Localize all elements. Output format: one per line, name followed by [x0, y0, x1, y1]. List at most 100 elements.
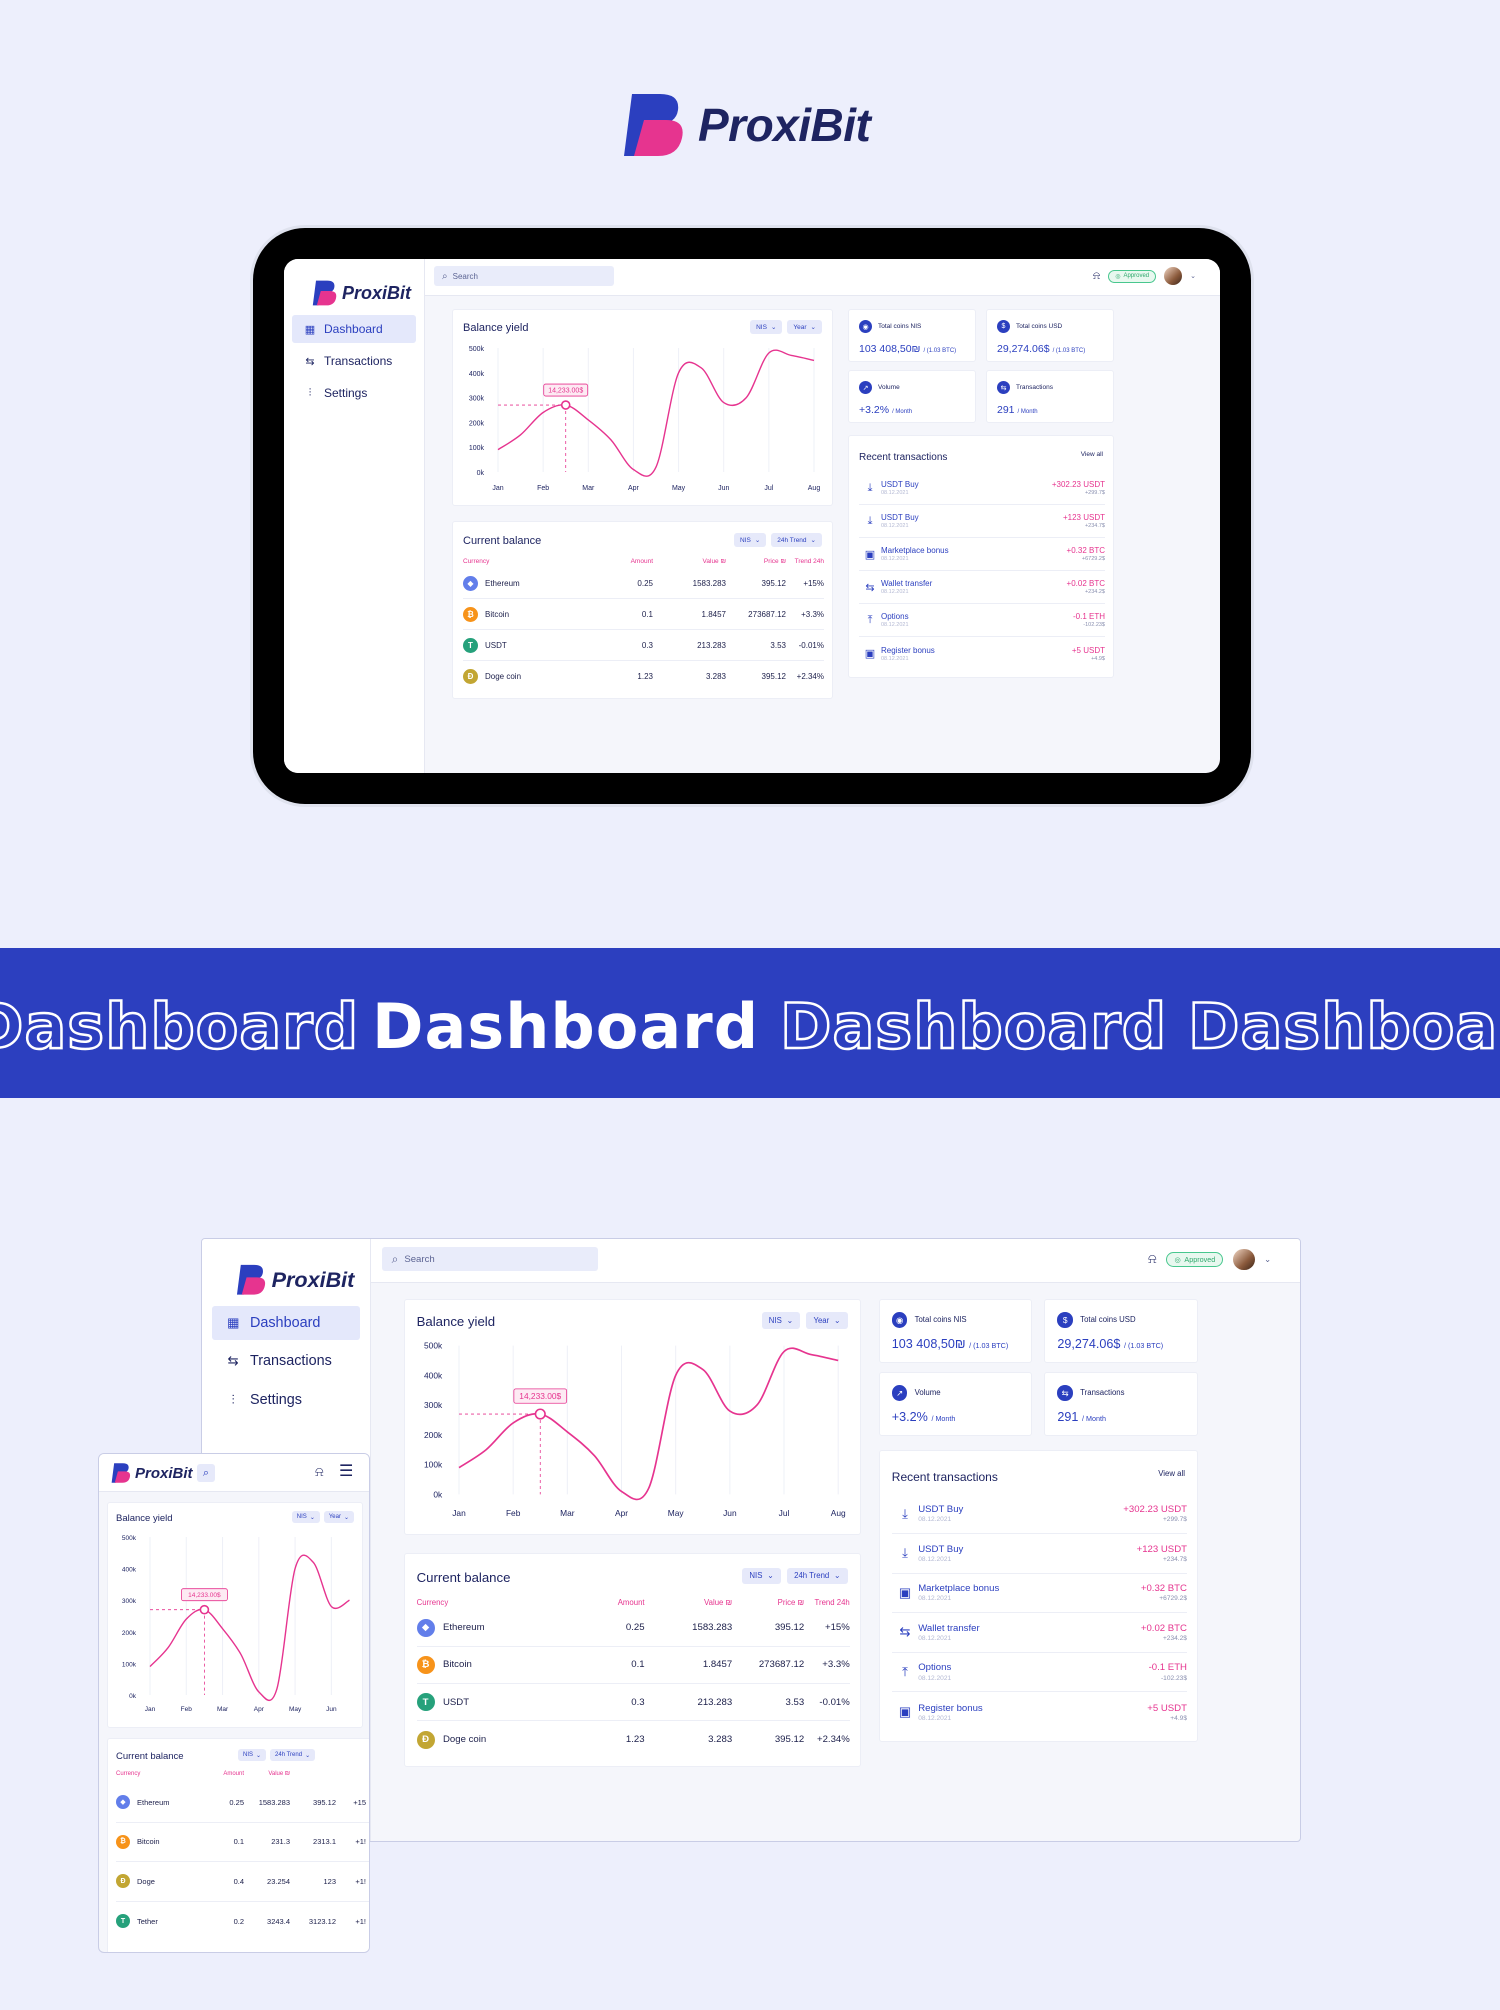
table-row[interactable]: ◆ Ethereum 0.25 1583.283 395.12 +15 — [116, 1783, 369, 1823]
table-row[interactable]: Ð Doge 0.4 23.254 123 +1! — [116, 1862, 369, 1902]
period-select[interactable]: Year ⌄ — [806, 1312, 848, 1329]
transaction-amounts: -0.1 ETH -102.23$ — [1073, 612, 1105, 628]
transaction-name: USDT Buy — [918, 1504, 964, 1516]
list-item[interactable]: ⤓ USDT Buy 08.12.2021 +123 USDT +234.7$ — [859, 505, 1105, 538]
arrows-swap-icon: ⇆ — [227, 1353, 239, 1369]
stat-header: ↗ Volume — [891, 1385, 941, 1401]
table-row[interactable]: T USDT 0.3 213.283 3.53 -0.01% — [416, 1684, 850, 1722]
chevron-down-icon[interactable]: ⌄ — [1190, 272, 1196, 280]
table-row[interactable]: ₿ Bitcoin 0.1 1.8457 273687.12 +3.3% — [416, 1647, 850, 1684]
list-item[interactable]: ⤒ Options 08.12.2021 -0.1 ETH -102.23$ — [891, 1653, 1187, 1693]
search-input[interactable]: ⌕ Search — [381, 1247, 598, 1272]
highlight-point[interactable] — [560, 400, 571, 410]
gift-icon: ▣ — [898, 1584, 912, 1600]
y-tick-label: 0k — [433, 1489, 443, 1499]
list-item[interactable]: ▣ Marketplace bonus 08.12.2021 +0.32 BTC +67… — [859, 538, 1105, 571]
stat-sub: / (1.03 BTC) — [923, 348, 957, 354]
currency-cell: ₿ Bitcoin — [416, 1655, 573, 1674]
currency-select[interactable]: NIS ⌄ — [750, 320, 783, 334]
cell-trend: -0.01% — [798, 640, 824, 650]
period-select[interactable]: Year ⌄ — [787, 320, 822, 334]
transaction-date: 08.12.2021 — [918, 1516, 952, 1524]
list-item[interactable]: ▣ Marketplace bonus 08.12.2021 +0.32 BTC +67… — [891, 1574, 1187, 1614]
highlight-point[interactable] — [534, 1408, 546, 1420]
mobile-balance-yield-card: Balance yield NIS ⌄ Year ⌄ 500k 400k 300k 200k 10… — [107, 1502, 369, 1728]
sidebar-item-dashboard[interactable]: ▦ Dashboard — [211, 1306, 361, 1340]
stat-sub: / (1.03 BTC) — [1052, 348, 1086, 354]
table-row[interactable]: T USDT 0.3 213.283 3.53 -0.01% — [463, 630, 824, 661]
download-icon: ⤓ — [867, 481, 873, 494]
avatar[interactable] — [1232, 1248, 1255, 1271]
search-input[interactable]: ⌕ Search — [434, 266, 614, 286]
currency-select[interactable]: NIS ⌄ — [238, 1749, 267, 1761]
transaction-fiat: +234.2$ — [1162, 1635, 1187, 1643]
view-all-link[interactable]: View all — [1158, 1469, 1185, 1478]
transaction-date: 08.12.2021 — [918, 1674, 952, 1682]
currency-select[interactable]: NIS ⌄ — [291, 1511, 320, 1523]
bell-icon[interactable]: ⍾ — [1148, 1251, 1157, 1267]
table-row[interactable]: ₿ Bitcoin 0.1 1.8457 273687.12 +3.3% — [463, 599, 824, 630]
view-all-link[interactable]: View all — [1081, 451, 1103, 458]
list-item[interactable]: ▣ Register bonus 08.12.2021 +5 USDT +4.9$ — [892, 1692, 1187, 1732]
chevron-down-icon: ⌄ — [834, 1315, 841, 1325]
list-item[interactable]: ⇆ Wallet transfer 08.12.2021 +0.02 BTC +234.… — [859, 571, 1105, 604]
sidebar-item-settings[interactable]: ⫶ Settings — [212, 1383, 361, 1417]
stat-card-transactions: ⇆ Transactions 291/ Month — [986, 370, 1114, 423]
period-select-value: Year — [813, 1315, 830, 1325]
cell-price: 395.12 — [774, 1734, 805, 1746]
upload-icon: ⤒ — [902, 1664, 908, 1680]
period-select[interactable]: Year ⌄ — [323, 1511, 354, 1523]
chevron-down-icon: ⌄ — [786, 1315, 794, 1325]
y-tick-label: 300k — [122, 1598, 137, 1605]
cell-value: 3.283 — [708, 1734, 733, 1746]
banner-word: Dashboard — [372, 990, 760, 1063]
list-item[interactable]: ⤓ USDT Buy 08.12.2021 +123 USDT +234.7$ — [891, 1534, 1187, 1574]
trend-select[interactable]: 24h Trend ⌄ — [771, 533, 822, 547]
sidebar-item-dashboard[interactable]: ▦ Dashboard — [292, 315, 416, 343]
tether-icon: T — [416, 1693, 435, 1712]
currency-cell: ◆ Ethereum — [116, 1795, 200, 1810]
cell-value: 1583.283 — [692, 578, 726, 588]
balance-yield-plot: 500k 400k 300k 200k 100k 0k Jan Feb Mar Apr May Jun… — [405, 1336, 862, 1533]
sidebar-item-transactions[interactable]: ⇆ Transactions — [292, 347, 416, 375]
currency-select[interactable]: NIS ⌄ — [742, 1567, 781, 1585]
check-circle-icon: ◎ — [1115, 273, 1121, 280]
avatar[interactable] — [1164, 267, 1183, 285]
transaction-info: Options 08.12.2021 — [881, 612, 1073, 628]
bell-icon[interactable]: ⍾ — [1093, 270, 1100, 283]
list-item[interactable]: ⤓ USDT Buy 08.12.2021 +302.23 USDT +299.7$ — [859, 472, 1105, 505]
bell-icon[interactable]: ⍾ — [315, 1464, 324, 1480]
table-row[interactable]: ◆ Ethereum 0.25 1583.283 395.12 +15% — [463, 568, 824, 599]
list-item[interactable]: ▣ Register bonus 08.12.2021 +5 USDT +4.9$ — [859, 637, 1105, 670]
search-button[interactable]: ⌕ — [197, 1464, 215, 1482]
doge-icon: Ð — [416, 1730, 435, 1749]
sidebar-item-settings[interactable]: ⫶ Settings — [292, 379, 416, 407]
sidebar-item-transactions[interactable]: ⇆ Transactions — [212, 1345, 361, 1379]
table-row[interactable]: ◆ Ethereum 0.25 1583.283 395.12 +15% — [416, 1610, 850, 1647]
cell-amount: 0.1 — [233, 1837, 244, 1847]
currency-cell: T USDT — [416, 1693, 573, 1712]
trend-select[interactable]: 24h Trend ⌄ — [270, 1749, 316, 1761]
table-row[interactable]: ₿ Bitcoin 0.1 231.3 2313.1 +1! — [116, 1823, 369, 1862]
highlight-point[interactable] — [199, 1604, 210, 1615]
tooltip-value: 14,233.00$ — [188, 1592, 221, 1599]
currency-select[interactable]: NIS ⌄ — [761, 1312, 801, 1329]
list-item[interactable]: ⇆ Wallet transfer 08.12.2021 +0.02 BTC +234.… — [891, 1613, 1187, 1653]
menu-icon[interactable]: ☰ — [339, 1461, 353, 1481]
transaction-amounts: +302.23 USDT +299.7$ — [1123, 1504, 1187, 1523]
list-item[interactable]: ⤓ USDT Buy 08.12.2021 +302.23 USDT +299.7$ — [891, 1494, 1187, 1534]
currency-select[interactable]: NIS ⌄ — [733, 533, 767, 547]
list-item[interactable]: ⤒ Options 08.12.2021 -0.1 ETH -102.23$ — [859, 604, 1105, 637]
stat-label: Transactions — [1016, 384, 1053, 391]
table-row[interactable]: Ð Doge coin 1.23 3.283 395.12 +2.34% — [416, 1721, 850, 1758]
bitcoin-icon: ₿ — [463, 606, 478, 622]
cell-price: 123 — [323, 1876, 336, 1886]
x-tick-label: Feb — [506, 1508, 521, 1518]
cell-price: 395.12 — [313, 1797, 336, 1807]
transaction-date: 08.12.2021 — [881, 556, 909, 562]
trend-select[interactable]: 24h Trend ⌄ — [786, 1567, 848, 1585]
table-row[interactable]: T Tether 0.2 3243.4 3123.12 +1! — [116, 1902, 369, 1942]
table-row[interactable]: Ð Doge coin 1.23 3.283 395.12 +2.34% — [463, 661, 824, 692]
cell-amount: 0.3 — [631, 1696, 645, 1708]
chevron-down-icon[interactable]: ⌄ — [1264, 1254, 1271, 1264]
